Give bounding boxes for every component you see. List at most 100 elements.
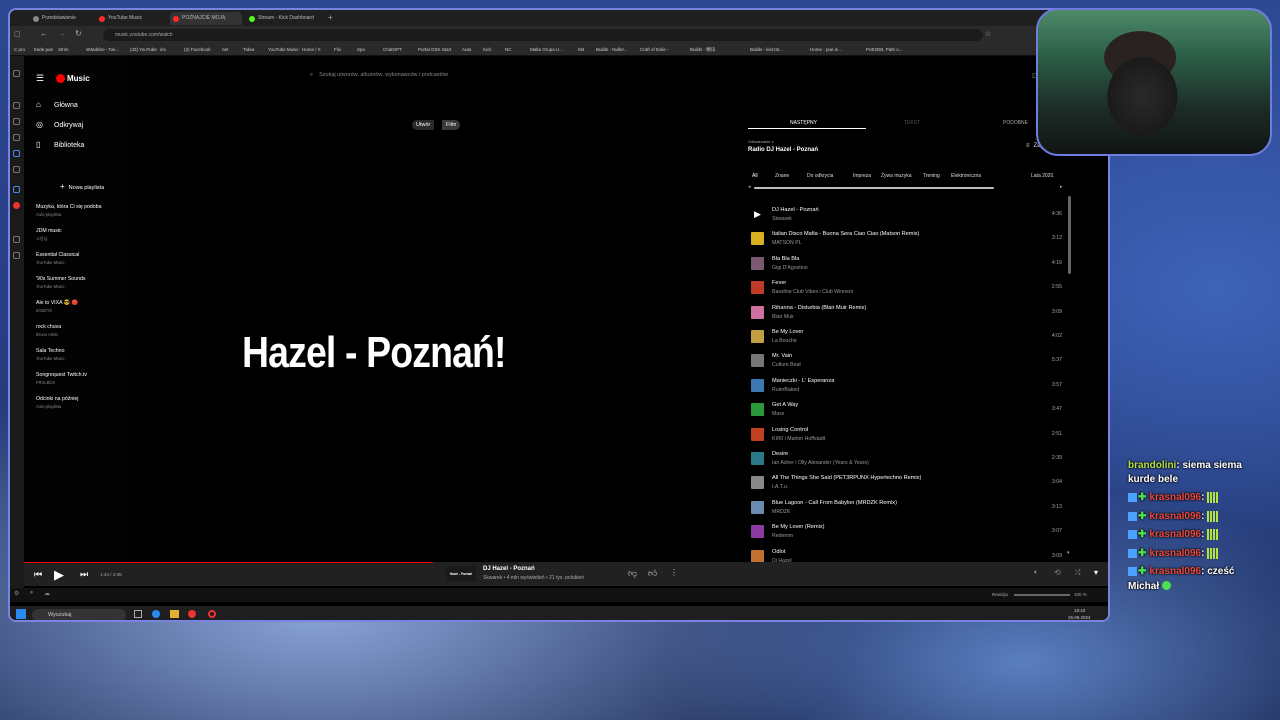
ytm-logo-icon[interactable]	[56, 74, 65, 83]
filter-chip[interactable]: Impreza	[853, 173, 871, 179]
queue-track[interactable]: Blue Lagoon - Call From Babylon (MRDZK R…	[748, 497, 1068, 521]
sidebar-playlist[interactable]: Sala Techno YouTube Music	[36, 348, 65, 361]
new-tab-button[interactable]: +	[328, 13, 333, 22]
like-icon[interactable]: 👍︎	[648, 568, 657, 579]
bookmark-item[interactable]: Strim	[58, 46, 69, 54]
bookmark-item[interactable]: C pro	[14, 46, 25, 54]
scroll-right-icon[interactable]: ▸	[1060, 184, 1063, 190]
bookmark-item[interactable]: Portal OSK Start	[418, 46, 451, 54]
url-field[interactable]: music.youtube.com/watch	[103, 29, 983, 41]
bookmark-item[interactable]: YouTube Music	[268, 46, 299, 54]
more-options-icon[interactable]: ⋮	[670, 568, 678, 577]
toggle-song[interactable]: Utwór	[412, 120, 435, 130]
previous-icon[interactable]: ⏮	[34, 569, 42, 580]
queue-track[interactable]: Manieczki - L' Esperanza RulerBaked 3:57	[748, 375, 1068, 399]
bookmark-item[interactable]: Auta	[462, 46, 471, 54]
bookmark-item[interactable]: (2) Facebook	[184, 46, 211, 54]
side-panel-icon[interactable]	[13, 118, 20, 125]
side-panel-icon[interactable]	[13, 252, 20, 259]
filter-chip[interactable]: Znane	[775, 173, 789, 179]
queue-track[interactable]: ▶ DJ Hazel - Poznań Skwarek 4:36	[748, 204, 1068, 228]
toggle-video[interactable]: Film	[442, 120, 461, 130]
queue-track[interactable]: Mr. Vain Culture Beat 5:37	[748, 350, 1068, 374]
chat-username[interactable]: krasnal096	[1149, 492, 1201, 503]
side-panel-icon[interactable]	[13, 150, 20, 157]
queue-track[interactable]: All The Things She Said (PET3RPUNX Hyper…	[748, 472, 1068, 496]
bookmark-item[interactable]: PoE2DB, Path o...	[866, 46, 903, 54]
next-icon[interactable]: ⏭	[80, 569, 88, 580]
tab-2[interactable]: YouTube Music	[96, 12, 168, 25]
bookmark-item[interactable]: NC	[505, 46, 512, 54]
side-panel-icon[interactable]	[13, 134, 20, 141]
repeat-icon[interactable]: ⟲	[1054, 568, 1061, 577]
bookmark-item[interactable]: ins	[160, 46, 166, 54]
bookmark-item[interactable]: Mit	[578, 46, 584, 54]
reload-icon[interactable]: ↻	[75, 29, 82, 38]
bookmark-item[interactable]: Malta Grupa U...	[530, 46, 563, 54]
windows-start-icon[interactable]	[16, 609, 26, 619]
bookmark-item[interactable]: Spo	[357, 46, 365, 54]
filter-chip[interactable]: Elektroniczna	[951, 173, 981, 179]
sidebar-playlist[interactable]: JDM music 고양님	[36, 228, 62, 242]
bookmark-item[interactable]: Builds - 精讯	[690, 46, 715, 54]
bookmark-item[interactable]: Flix	[334, 46, 341, 54]
tab-1[interactable]: Przedstawienie	[30, 12, 88, 25]
chat-username[interactable]: krasnal096	[1149, 548, 1201, 559]
bookmark-item[interactable]: Builds - Nuller...	[596, 46, 628, 54]
side-panel-icon[interactable]	[13, 102, 20, 109]
bookmark-item[interactable]: Kick	[483, 46, 492, 54]
sidebar-toggle-icon[interactable]: ▢	[14, 30, 21, 38]
hamburger-menu-icon[interactable]: ☰	[36, 73, 44, 84]
bookmark-item[interactable]: trade poe	[34, 46, 53, 54]
bookmark-item[interactable]: Craft of Exile -	[640, 46, 669, 54]
chat-username[interactable]: krasnal096	[1149, 529, 1201, 540]
bookmark-item[interactable]: sMadebo - Twi...	[86, 46, 119, 54]
expand-icon[interactable]: ▾	[1094, 568, 1098, 577]
bookmark-item[interactable]: (33) YouTube	[130, 46, 157, 54]
side-panel-icon[interactable]	[13, 166, 20, 173]
queue-track[interactable]: Rihanna - Disturbia (Blair Muir Remix) Bl…	[748, 302, 1068, 326]
filter-chip[interactable]: Lata 2020.	[1031, 173, 1055, 179]
chat-username[interactable]: krasnal096	[1149, 566, 1201, 577]
sidebar-playlist[interactable]: Songrequest Twitch.tv FRVLBCK	[36, 372, 87, 385]
bookmark-item[interactable]: net	[222, 46, 228, 54]
filter-chip[interactable]: Trening	[923, 173, 940, 179]
filter-chip[interactable]: Żywa muzyka	[881, 173, 912, 179]
scroll-down-icon[interactable]: ▾	[1067, 550, 1070, 556]
filter-chip[interactable]: Do odkrycia	[807, 173, 833, 179]
sidebar-playlist[interactable]: Ale to VIXA 😎 🔴 ZABZYK	[36, 300, 78, 313]
pause-icon[interactable]: ⏸	[30, 590, 33, 597]
settings-icon[interactable]: ⚙	[14, 590, 19, 597]
queue-track[interactable]: Bla Bla Bla Gigi D'Agostino 4:16	[748, 253, 1068, 277]
cloud-icon[interactable]: ☁	[44, 590, 50, 597]
folder-icon[interactable]	[170, 610, 179, 618]
play-icon[interactable]: ▶	[54, 567, 64, 583]
bookmark-item[interactable]: Tidea	[243, 46, 254, 54]
ytm-logo-text[interactable]: Music	[67, 74, 90, 83]
filter-chip[interactable]: All	[752, 173, 758, 179]
chat-username[interactable]: brandolini	[1128, 460, 1176, 471]
now-playing-thumbnail[interactable]: Hazel - Poznań	[446, 566, 476, 582]
back-icon[interactable]: ←	[40, 29, 48, 38]
shuffle-icon[interactable]: ⤨	[1074, 568, 1080, 578]
sidebar-playlist[interactable]: Essential Classical YouTube Music	[36, 252, 79, 265]
queue-scrollbar[interactable]	[1068, 196, 1071, 274]
bookmark-item[interactable]: Home - poe.ni...	[810, 46, 842, 54]
side-panel-icon[interactable]	[13, 236, 20, 243]
sidebar-playlist[interactable]: Muzyka, która Ci się podoba Auto-playlist…	[36, 204, 101, 217]
side-panel-icon[interactable]	[13, 70, 20, 77]
side-panel-icon[interactable]	[13, 202, 20, 209]
filter-scrollbar[interactable]	[754, 187, 994, 189]
sidebar-playlist[interactable]: Odcinki na później Auto-playlista	[36, 396, 78, 409]
sidebar-playlist[interactable]: '90s Summer Sounds YouTube Music	[36, 276, 85, 289]
side-panel-icon[interactable]	[13, 186, 20, 193]
scroll-left-icon[interactable]: ◂	[748, 184, 751, 190]
progress-bar[interactable]	[24, 562, 434, 563]
now-playing-title[interactable]: DJ Hazel - Poznań	[483, 566, 535, 572]
opera-icon[interactable]	[188, 610, 196, 618]
tab-related[interactable]: PODOBNE	[1003, 120, 1028, 126]
search-bar[interactable]: ⌕ Szukaj utworów, albumów, wykonawców i p…	[310, 72, 448, 79]
bookmark-star-icon[interactable]: ☆	[985, 30, 991, 38]
tab-4[interactable]: Stream - Kick Dashboard	[246, 12, 326, 25]
bookmark-item[interactable]: Builds - kierzst...	[750, 46, 783, 54]
